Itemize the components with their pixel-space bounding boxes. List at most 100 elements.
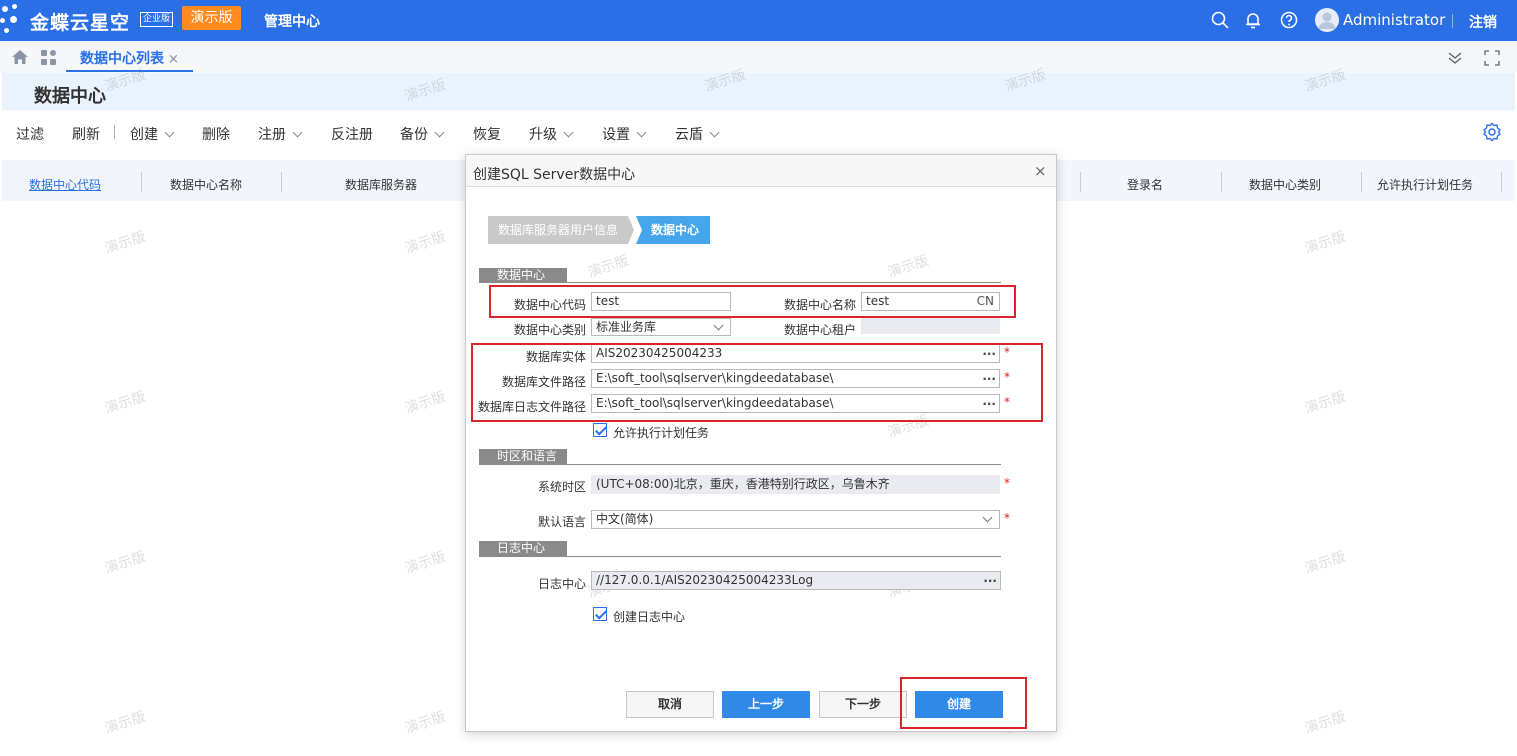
restore-button[interactable]: 恢复 <box>473 124 501 144</box>
tab-close-icon[interactable]: × <box>168 52 179 67</box>
column-divider <box>141 172 142 192</box>
fullscreen-icon[interactable] <box>1484 50 1500 66</box>
logcenter-value: //127.0.0.1/AIS20230425004233Log <box>596 573 814 587</box>
required-mark: * <box>1004 511 1010 525</box>
step-db-server-user-info[interactable]: 数据库服务器用户信息 <box>488 216 634 244</box>
watermark: 演示版 <box>402 228 448 258</box>
dc-type-select[interactable]: 标准业务库 <box>591 318 731 336</box>
watermark: 演示版 <box>402 548 448 578</box>
toolbar-divider <box>114 125 115 139</box>
column-divider <box>281 172 282 192</box>
column-header-allow-schedule[interactable]: 允许执行计划任务 <box>1377 176 1473 193</box>
upgrade-menu[interactable]: 升级 <box>529 124 574 144</box>
page-title-band <box>2 73 1515 110</box>
dialog-titlebar[interactable]: 创建SQL Server数据中心 × <box>466 155 1056 187</box>
cloud-shield-menu[interactable]: 云盾 <box>675 124 720 144</box>
section-header-datacenter: 数据中心 <box>479 268 567 283</box>
dialog-close-icon[interactable]: × <box>1034 162 1047 180</box>
top-header: 金蝶云星空 企业版 演示版 管理中心 Administrator 注销 <box>0 0 1517 41</box>
language-select[interactable]: 中文(简体) <box>591 510 1000 529</box>
search-icon[interactable] <box>1210 10 1230 30</box>
chevron-down-icon <box>709 127 720 138</box>
watermark: 演示版 <box>102 228 148 258</box>
watermark: 演示版 <box>402 388 448 418</box>
section-header-timezone: 时区和语言 <box>479 449 567 464</box>
column-divider <box>1221 172 1222 192</box>
column-divider <box>1501 172 1502 192</box>
watermark: 演示版 <box>1302 708 1348 738</box>
dc-tenant-label: 数据中心租户 <box>783 323 856 337</box>
chevron-down-icon <box>636 127 647 138</box>
language-value: 中文(简体) <box>596 512 654 526</box>
brand-name: 金蝶云星空 <box>30 12 131 34</box>
collapse-chevron-icon[interactable] <box>1447 50 1463 66</box>
column-header-dc-type[interactable]: 数据中心类别 <box>1249 176 1321 193</box>
logout-button[interactable]: 注销 <box>1469 12 1497 32</box>
user-name[interactable]: Administrator <box>1343 11 1445 29</box>
management-center-link[interactable]: 管理中心 <box>264 11 320 31</box>
brand-edition: 企业版 <box>140 12 174 27</box>
upgrade-menu-label: 升级 <box>529 127 557 143</box>
settings-menu-label: 设置 <box>602 127 630 143</box>
header-divider <box>1452 14 1453 28</box>
help-icon[interactable] <box>1279 10 1299 30</box>
chevron-down-icon <box>713 320 724 331</box>
logo-icon <box>0 4 24 38</box>
allow-schedule-label: 允许执行计划任务 <box>613 426 710 440</box>
highlight-box <box>489 285 1016 318</box>
browse-button[interactable]: ... <box>983 572 997 587</box>
section-divider <box>479 556 1001 557</box>
cancel-button[interactable]: 取消 <box>626 691 714 718</box>
user-avatar[interactable] <box>1315 8 1339 32</box>
step-datacenter[interactable]: 数据中心 <box>636 216 710 244</box>
column-header-dc-name[interactable]: 数据中心名称 <box>170 176 242 193</box>
filter-button[interactable]: 过滤 <box>16 124 44 144</box>
highlight-box <box>900 677 1027 729</box>
logcenter-label: 日志中心 <box>537 577 586 591</box>
chevron-down-icon <box>563 127 574 138</box>
required-mark: * <box>1004 476 1010 490</box>
settings-menu[interactable]: 设置 <box>602 124 647 144</box>
column-header-db-server[interactable]: 数据库服务器 <box>345 176 417 193</box>
cloud-shield-menu-label: 云盾 <box>675 127 703 143</box>
timezone-label: 系统时区 <box>537 480 586 494</box>
section-divider <box>479 282 1001 283</box>
column-divider <box>1080 172 1081 192</box>
page-title: 数据中心 <box>34 86 106 107</box>
watermark: 演示版 <box>1302 228 1348 258</box>
dc-type-value: 标准业务库 <box>596 320 657 334</box>
register-menu-label: 注册 <box>258 127 286 143</box>
next-step-button[interactable]: 下一步 <box>819 691 907 718</box>
watermark: 演示版 <box>1302 548 1348 578</box>
previous-step-button[interactable]: 上一步 <box>722 691 810 718</box>
gear-icon[interactable] <box>1482 122 1502 142</box>
demo-badge: 演示版 <box>182 6 241 30</box>
chevron-down-icon <box>434 127 445 138</box>
bell-icon[interactable] <box>1243 10 1263 30</box>
allow-schedule-checkbox[interactable] <box>593 423 607 437</box>
tab-datacenter-list[interactable]: 数据中心列表 × <box>66 41 193 72</box>
create-logcenter-label: 创建日志中心 <box>613 610 686 624</box>
timezone-field: (UTC+08:00)北京，重庆，香港特别行政区，乌鲁木齐 <box>591 475 1000 494</box>
chevron-down-icon <box>164 127 175 138</box>
chevron-down-icon <box>292 127 303 138</box>
logcenter-field[interactable]: //127.0.0.1/AIS20230425004233Log... <box>591 571 1001 590</box>
section-divider <box>479 464 1001 465</box>
create-menu[interactable]: 创建 <box>130 124 175 144</box>
column-header-login-name[interactable]: 登录名 <box>1127 176 1163 193</box>
user-icon <box>1318 12 1336 29</box>
delete-button[interactable]: 删除 <box>202 124 230 144</box>
home-icon[interactable] <box>11 49 29 65</box>
apps-grid-icon[interactable] <box>40 49 57 66</box>
register-menu[interactable]: 注册 <box>258 124 303 144</box>
backup-menu[interactable]: 备份 <box>400 124 445 144</box>
create-logcenter-checkbox[interactable] <box>593 607 607 621</box>
dialog-title: 创建SQL Server数据中心 <box>473 167 636 183</box>
watermark: 演示版 <box>102 548 148 578</box>
refresh-button[interactable]: 刷新 <box>72 124 100 144</box>
chevron-down-icon <box>982 512 993 523</box>
column-header-dc-code[interactable]: 数据中心代码 <box>29 176 101 193</box>
watermark: 演示版 <box>102 708 148 738</box>
unregister-button[interactable]: 反注册 <box>331 124 373 144</box>
column-divider <box>1361 172 1362 192</box>
